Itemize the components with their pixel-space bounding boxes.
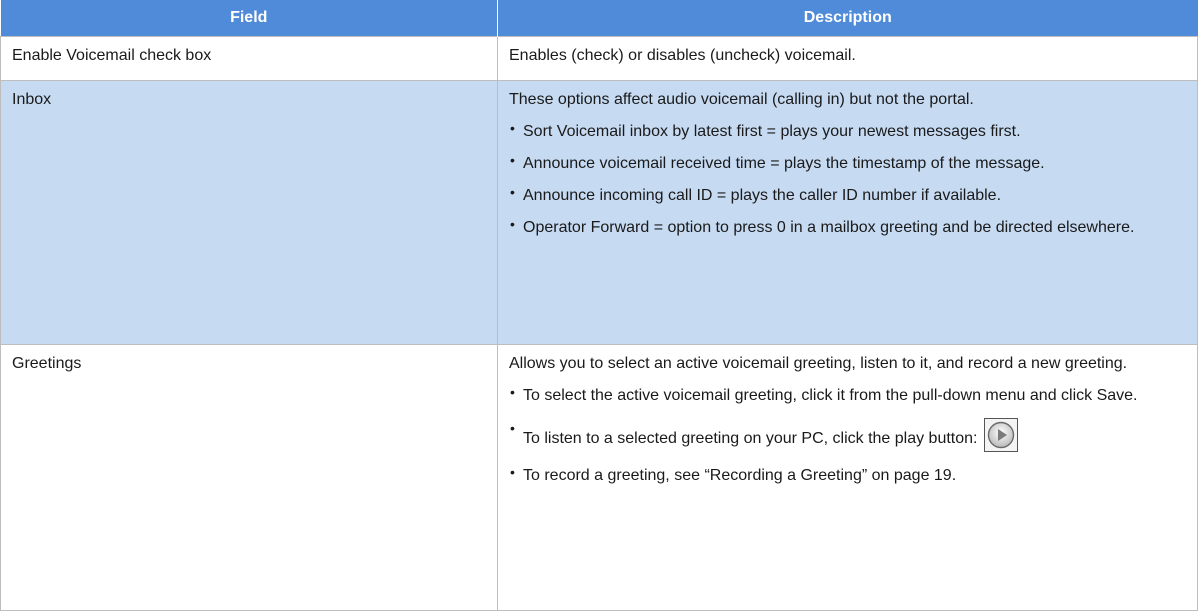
table-row: Enable Voicemail check box Enables (chec…	[0, 36, 1198, 81]
description-cell: Allows you to select an active voicemail…	[497, 344, 1198, 611]
list-item: • To record a greeting, see “Recording a …	[509, 464, 1186, 485]
table-row: Inbox These options affect audio voicema…	[0, 80, 1198, 345]
table-row: Greetings Allows you to select an active…	[0, 344, 1198, 611]
list-item: • Operator Forward = option to press 0 in…	[509, 216, 1186, 237]
list-item: • Announce incoming call ID = plays the c…	[509, 184, 1186, 205]
play-icon	[987, 421, 1015, 449]
field-cell: Greetings	[0, 344, 498, 611]
list-item-text: To record a greeting, see “Recording a G…	[523, 467, 957, 484]
play-button-icon[interactable]	[983, 418, 1018, 452]
option-list: • Sort Voicemail inbox by latest first = …	[509, 120, 1186, 237]
header-field: Field	[0, 0, 498, 37]
description-text: These options affect audio voicemail (ca…	[509, 91, 974, 108]
description-text: Allows you to select an active voicemail…	[509, 355, 1128, 372]
description-cell: Enables (check) or disables (uncheck) vo…	[497, 36, 1198, 81]
list-item: • To select the active voicemail greeting…	[509, 384, 1186, 405]
list-item: • Sort Voicemail inbox by latest first = …	[509, 120, 1186, 141]
field-cell: Enable Voicemail check box	[0, 36, 498, 81]
description-cell: These options affect audio voicemail (ca…	[497, 80, 1198, 345]
list-item-text: To select the active voicemail greeting,…	[523, 387, 1138, 404]
header-description: Description	[497, 0, 1198, 37]
list-item-text: To listen to a selected greeting on your…	[523, 430, 978, 448]
bullet-icon: •	[510, 120, 515, 136]
bullet-icon: •	[510, 184, 515, 200]
table-header-row: Field Description	[0, 0, 1198, 37]
list-item: • Announce voicemail received time = play…	[509, 152, 1186, 173]
bullet-icon: •	[510, 384, 515, 400]
field-cell: Inbox	[0, 80, 498, 345]
list-item-text: Sort Voicemail inbox by latest first = p…	[523, 123, 1021, 140]
list-item-text: Operator Forward = option to press 0 in …	[523, 219, 1135, 236]
list-item: • To listen to a selected greeting on you…	[509, 418, 1186, 456]
bullet-icon: •	[510, 420, 515, 436]
bullet-icon: •	[510, 216, 515, 232]
bullet-icon: •	[510, 464, 515, 480]
list-item-text: Announce voicemail received time = plays…	[523, 155, 1045, 172]
list-item-text: Announce incoming call ID = plays the ca…	[523, 187, 1002, 204]
option-list: • To select the active voicemail greeting…	[509, 384, 1186, 485]
description-text: Enables (check) or disables (uncheck) vo…	[509, 47, 856, 64]
bullet-icon: •	[510, 152, 515, 168]
voicemail-settings-table: Field Description Enable Voicemail check…	[0, 0, 1198, 611]
